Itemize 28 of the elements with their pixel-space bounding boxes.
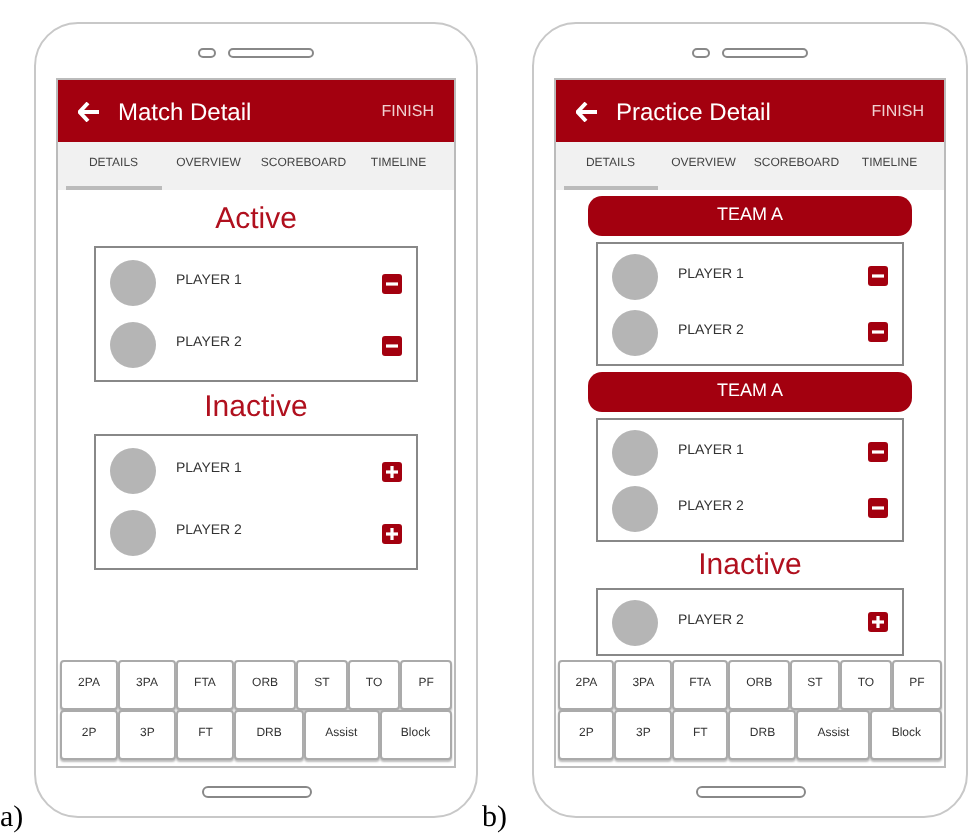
figure-caption: a)	[0, 804, 26, 834]
home-button[interactable]	[201, 786, 311, 798]
team-header[interactable]: TEAM A	[588, 372, 912, 412]
section-heading: Inactive	[204, 390, 308, 426]
minus-icon[interactable]	[382, 273, 402, 293]
plus-icon[interactable]	[382, 523, 402, 543]
finish-button[interactable]: FINISH	[381, 99, 434, 123]
team-header[interactable]: TEAM A	[588, 196, 912, 236]
minus-icon[interactable]	[382, 335, 402, 355]
finish-button[interactable]: FINISH	[871, 99, 924, 123]
minus-icon[interactable]	[868, 322, 888, 342]
figure-caption: b)	[480, 804, 509, 834]
plus-icon[interactable]	[382, 461, 402, 481]
screen-title: Practice Detail	[616, 95, 773, 129]
section-heading: Inactive	[698, 548, 802, 582]
speaker-slot	[228, 48, 314, 58]
speaker-slot	[722, 48, 808, 58]
plus-icon[interactable]	[868, 612, 888, 632]
camera-slot	[692, 48, 710, 58]
back-arrow-icon[interactable]	[78, 101, 100, 121]
minus-icon[interactable]	[868, 498, 888, 518]
minus-icon[interactable]	[868, 266, 888, 286]
back-arrow-icon[interactable]	[576, 101, 598, 121]
section-heading: Active	[215, 202, 297, 238]
home-button[interactable]	[695, 786, 805, 798]
camera-slot	[198, 48, 216, 58]
screen-title: Match Detail	[118, 95, 254, 129]
minus-icon[interactable]	[868, 442, 888, 462]
